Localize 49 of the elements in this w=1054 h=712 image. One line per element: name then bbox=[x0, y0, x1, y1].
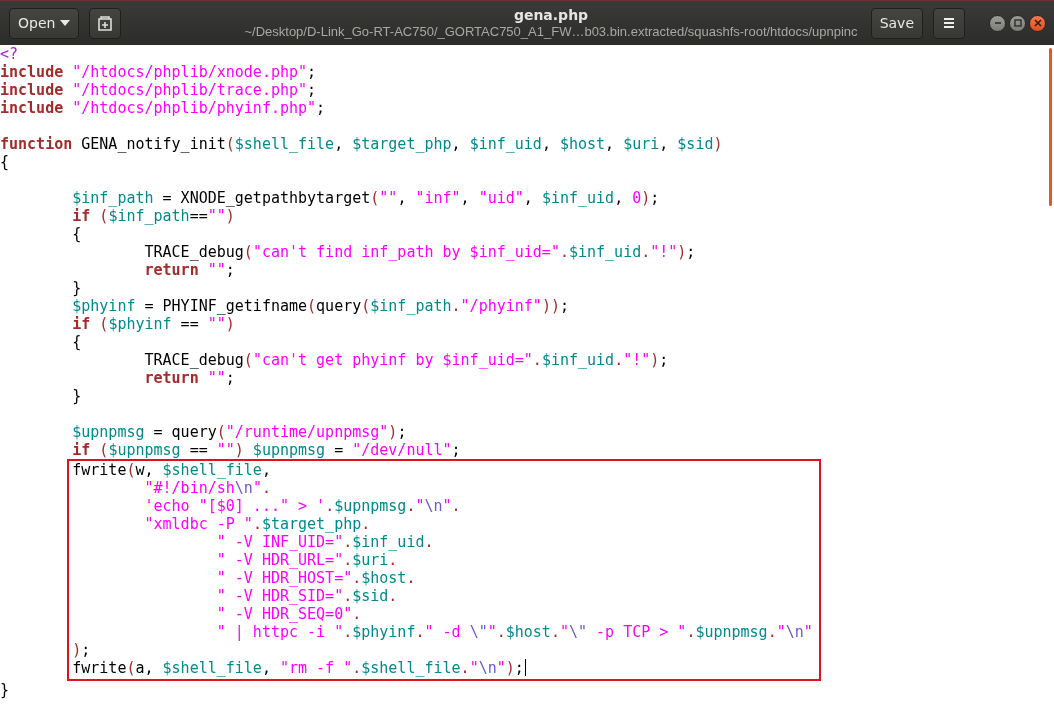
code-line: include "/htdocs/phplib/xnode.php"; bbox=[0, 63, 317, 81]
code-line: ); bbox=[71, 641, 91, 659]
code-line: " | httpc -i ".$phyinf." -d \"".$host."\" -p TCP > ".$upnpmsg."\n" bbox=[215, 623, 813, 641]
code-line: " -V INF_UID=".$inf_uid. bbox=[215, 533, 434, 551]
code-line: fwrite(a, $shell_file, "rm -f ".$shell_file."\n"); bbox=[71, 659, 526, 677]
maximize-button[interactable] bbox=[1009, 14, 1026, 32]
minimize-icon bbox=[993, 19, 1002, 27]
code-line: fwrite(w, $shell_file, bbox=[71, 461, 271, 479]
code-line: " -V HDR_HOST=".$host. bbox=[215, 569, 416, 587]
code-line: " -V HDR_URL=".$uri. bbox=[215, 551, 398, 569]
close-icon bbox=[1033, 19, 1042, 27]
code-line: $inf_path = XNODE_getpathbytarget("", "inf", "uid", $inf_uid, 0); bbox=[71, 189, 660, 207]
maximize-icon bbox=[1013, 19, 1022, 27]
code-line: { bbox=[71, 333, 82, 351]
code-line: " -V HDR_SEQ=0". bbox=[215, 605, 362, 623]
code-line: TRACE_debug("can't get phyinf by $inf_uid=".$inf_uid."!"); bbox=[143, 351, 669, 369]
code-line: return ""; bbox=[143, 369, 235, 387]
code-line: " -V HDR_SID=".$sid. bbox=[215, 587, 398, 605]
close-button[interactable] bbox=[1029, 14, 1046, 32]
new-tab-button[interactable] bbox=[89, 7, 122, 39]
code-line: include "/htdocs/phplib/trace.php"; bbox=[0, 81, 317, 99]
code-line: "#!/bin/sh\n". bbox=[143, 479, 271, 497]
code-line: function GENA_notify_init($shell_file, $target_php, $inf_uid, $host, $uri, $sid) bbox=[0, 135, 723, 153]
code-line: <? bbox=[0, 45, 19, 63]
open-button[interactable]: Open bbox=[9, 7, 80, 39]
code-line: } bbox=[71, 279, 82, 297]
code-line: { bbox=[0, 153, 10, 171]
code-line: return ""; bbox=[143, 261, 235, 279]
code-line: $upnpmsg = query("/runtime/upnpmsg"); bbox=[71, 423, 407, 441]
code-line: "xmldbc -P ".$target_php. bbox=[143, 515, 371, 533]
code-line: { bbox=[71, 225, 82, 243]
code-line: if ($upnpmsg == "") $upnpmsg = "/dev/null"; bbox=[71, 441, 461, 459]
code-line: include "/htdocs/phplib/phyinf.php"; bbox=[0, 99, 326, 117]
new-tab-icon bbox=[97, 15, 114, 31]
code-line: TRACE_debug("can't find inf_path by $inf_uid=".$inf_uid."!"); bbox=[143, 243, 696, 261]
code-line: } bbox=[0, 681, 10, 699]
code-line: 'echo "[$0] ..." > '.$upnpmsg."\n". bbox=[143, 497, 461, 515]
code-line: } bbox=[71, 387, 82, 405]
code-line: if ($phyinf == "") bbox=[71, 315, 235, 333]
menu-button[interactable] bbox=[933, 7, 965, 39]
scrollbar-thumb[interactable] bbox=[1049, 48, 1052, 206]
caret-icon bbox=[60, 20, 71, 26]
menu-icon bbox=[943, 17, 955, 29]
minimize-button[interactable] bbox=[989, 14, 1006, 32]
save-button[interactable]: Save bbox=[870, 7, 923, 39]
file-path: ~/Desktop/D-Link_Go-RT-AC750/_GORTAC750_A1_FW…b03.bin.extracted/squashfs-root/htdocs/upnpinc bbox=[244, 24, 858, 39]
code-line: $phyinf = PHYINF_getifname(query($inf_path."/phyinf")); bbox=[71, 297, 569, 315]
code-line: if ($inf_path=="") bbox=[71, 207, 235, 225]
window-title: gena.php bbox=[513, 7, 589, 24]
